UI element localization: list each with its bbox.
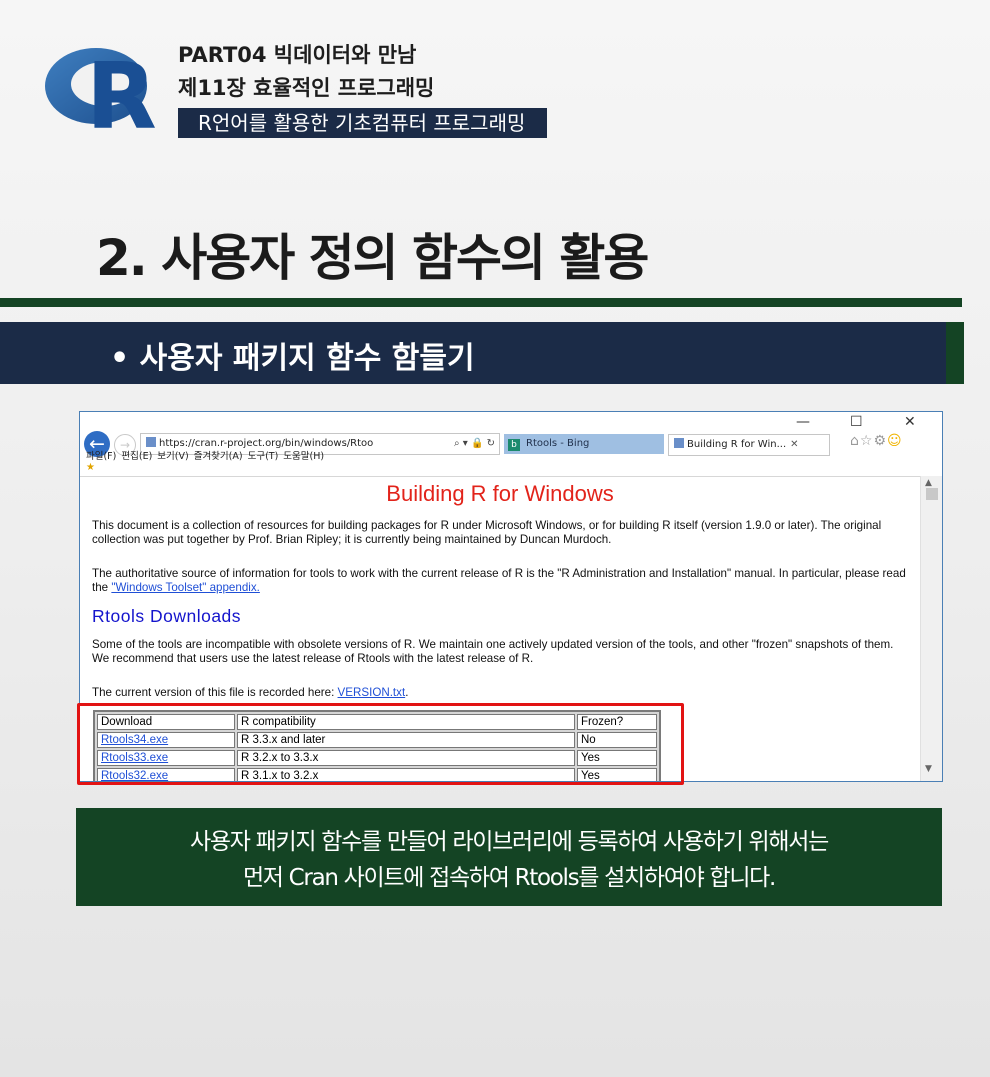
close-button[interactable]: ✕ <box>904 414 916 430</box>
address-tools[interactable]: ⌕ ▾ 🔒 ↻ <box>454 434 495 454</box>
tab-label: Building R for Win... <box>687 439 787 450</box>
chapter-heading: 제11장 효율적인 프로그래밍 <box>178 76 435 100</box>
paragraph-end: . <box>405 686 409 699</box>
caption-box: 사용자 패키지 함수를 만들어 라이브러리에 등록하여 사용하기 위해서는 먼저… <box>76 808 942 906</box>
page-heading: Building R for Windows <box>386 481 614 506</box>
r-logo-letter: R <box>86 43 157 136</box>
caption-line-2: 먼저 Cran 사이트에 접속하여 Rtools를 설치하여야 합니다. <box>242 865 776 891</box>
title-divider <box>0 298 962 307</box>
section-band-accent <box>946 322 964 384</box>
windows-toolset-link[interactable]: "Windows Toolset" appendix. <box>111 581 260 594</box>
maximize-button[interactable]: ☐ <box>850 414 863 430</box>
tab-close-icon[interactable]: ✕ <box>790 439 798 450</box>
toolbar-icons[interactable]: ⌂☆⚙☺ <box>850 433 903 449</box>
vertical-scrollbar[interactable]: ▲ ▼ <box>920 476 942 781</box>
scroll-down-icon[interactable]: ▼ <box>925 764 932 774</box>
rtools-downloads-heading: Rtools Downloads <box>92 606 242 626</box>
home-star-gear-icons[interactable]: ⌂☆⚙ <box>850 433 887 449</box>
menu-bar[interactable]: 파일(F) 편집(E) 보기(V) 즐겨찾기(A) 도구(T) 도움말(H) <box>86 448 324 462</box>
tools-paragraph: Some of the tools are incompatible with … <box>92 638 894 665</box>
site-favicon-icon <box>146 437 156 447</box>
tab-rtools-bing[interactable]: b Rtools - Bing <box>504 434 664 454</box>
caption-line-1: 사용자 패키지 함수를 만들어 라이브러리에 등록하여 사용하기 위해서는 <box>190 829 829 855</box>
version-txt-link[interactable]: VERSION.txt <box>338 686 406 699</box>
course-label: R언어를 활용한 기초컴퓨터 프로그래밍 <box>178 108 548 138</box>
favorites-star-icon[interactable]: ★ <box>86 462 95 473</box>
site-favicon-icon <box>674 438 684 448</box>
tab-label: Rtools - Bing <box>526 438 590 449</box>
r-logo: R <box>45 43 157 136</box>
bing-icon: b <box>508 439 520 451</box>
intro-paragraph: This document is a collection of resourc… <box>92 519 882 546</box>
minimize-button[interactable]: — <box>796 414 810 430</box>
authoritative-source-paragraph: The authoritative source of information … <box>92 567 912 594</box>
version-paragraph: The current version of this file is reco… <box>92 686 912 700</box>
section-bullet: • 사용자 패키지 함수 함들기 <box>110 341 475 376</box>
table-highlight-box <box>77 703 684 785</box>
scroll-thumb[interactable] <box>926 488 938 500</box>
feedback-smiley-icon[interactable]: ☺ <box>887 433 903 449</box>
slide-title: 2. 사용자 정의 함수의 활용 <box>96 229 649 287</box>
paragraph-text: The current version of this file is reco… <box>92 686 335 699</box>
tab-building-r[interactable]: Building R for Win... ✕ <box>668 434 830 456</box>
part-heading: PART04 빅데이터와 만남 <box>178 43 417 67</box>
scroll-up-icon[interactable]: ▲ <box>925 478 932 488</box>
